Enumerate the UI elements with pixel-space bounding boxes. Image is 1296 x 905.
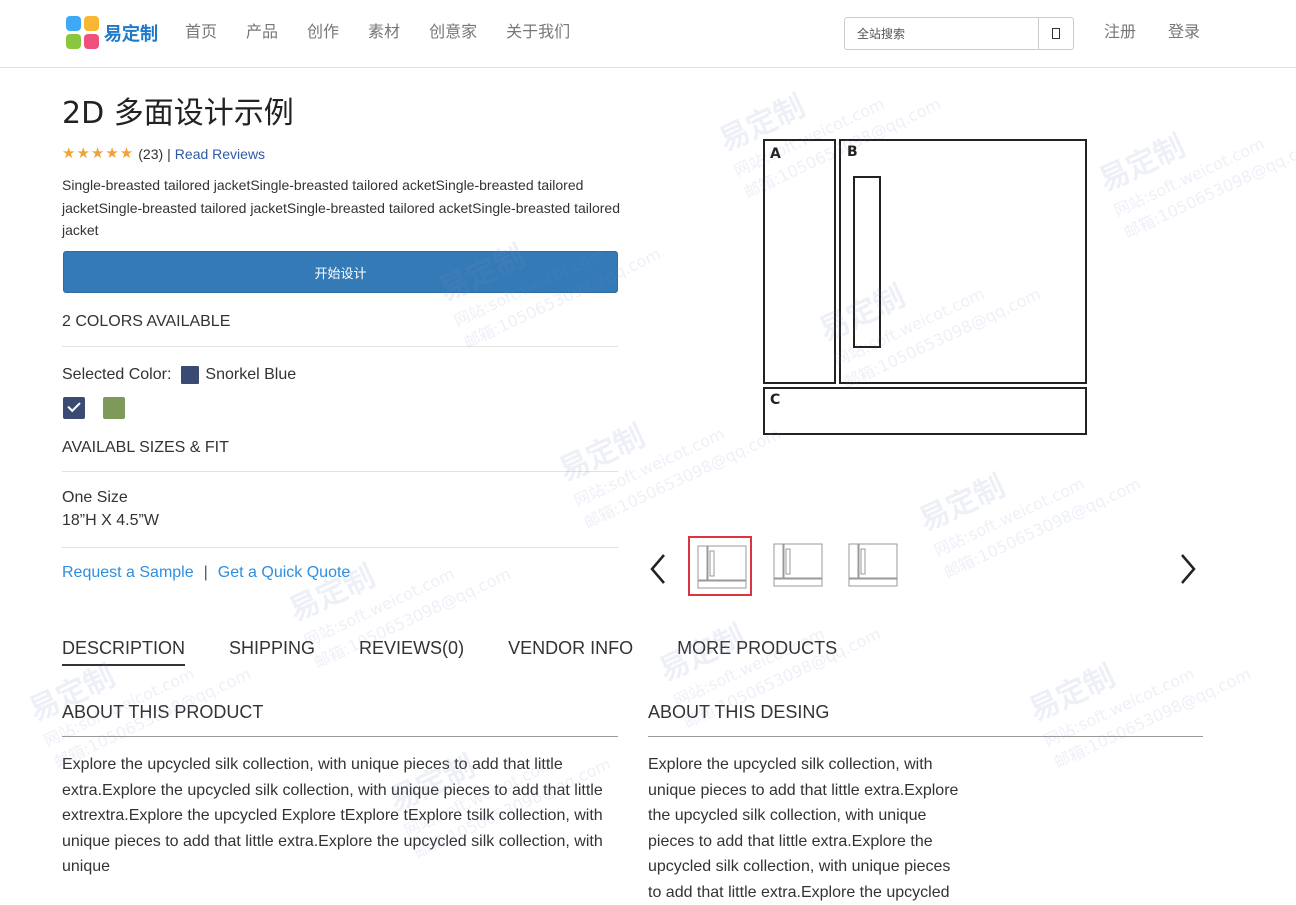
thumbnail-image	[848, 543, 898, 587]
watermark: 易定制网站:soft.weicot.com邮箱:1050653098@qq.co…	[554, 418, 784, 533]
nav-item-materials[interactable]: 素材	[368, 21, 400, 43]
search-button[interactable]	[1038, 18, 1073, 49]
start-design-button[interactable]: 开始设计	[63, 251, 618, 293]
product-rating: ★★★★★ (23) | Read Reviews	[62, 145, 265, 163]
divider	[648, 736, 1203, 737]
rating-separator: |	[167, 146, 171, 162]
panel-c-label: C	[770, 392, 780, 408]
logo[interactable]: 易定制	[66, 16, 158, 50]
panel-a-label: A	[770, 146, 781, 162]
divider	[62, 736, 618, 737]
color-swatch-green[interactable]	[103, 397, 125, 419]
thumbnail-3[interactable]	[845, 536, 909, 596]
thumbnail-image	[697, 545, 747, 589]
panel-b-slot	[853, 176, 881, 348]
about-product-text: Explore the upcycled silk collection, wi…	[62, 756, 603, 875]
nav-item-create[interactable]: 创作	[307, 21, 339, 43]
product-preview-image: A B C	[763, 139, 1087, 435]
nav-item-products[interactable]: 产品	[246, 21, 278, 43]
chevron-right-icon[interactable]	[1176, 553, 1198, 585]
nav-item-home[interactable]: 首页	[185, 21, 217, 43]
request-sample-link[interactable]: Request a Sample	[62, 563, 194, 583]
watermark: 易定制网站:soft.weicot.com邮箱:1050653098@qq.co…	[1094, 128, 1296, 243]
register-link[interactable]: 注册	[1104, 21, 1136, 43]
sizes-label: AVAILABL SIZES & FIT	[62, 439, 229, 456]
divider	[62, 471, 618, 472]
colors-available-label: 2 COLORS AVAILABLE	[62, 313, 231, 330]
thumbnail-2[interactable]	[770, 536, 834, 596]
panel-a	[763, 139, 836, 384]
product-description: Single-breasted tailored jacketSingle-br…	[62, 177, 620, 238]
tab-more-products[interactable]: MORE PRODUCTS	[677, 638, 837, 666]
thumbnail-1[interactable]	[688, 536, 752, 596]
product-tabs: DESCRIPTION SHIPPING REVIEWS(0) VENDOR I…	[62, 638, 881, 666]
tab-reviews[interactable]: REVIEWS(0)	[359, 638, 464, 666]
rating-stars-icon: ★★★★★	[62, 145, 135, 162]
login-link[interactable]: 登录	[1168, 21, 1200, 43]
site-search	[844, 17, 1074, 50]
product-title: 2D 多面设计示例	[62, 96, 294, 131]
tab-shipping[interactable]: SHIPPING	[229, 638, 315, 666]
about-design-text: Explore the upcycled silk collection, wi…	[648, 756, 959, 901]
nav-item-creators[interactable]: 创意家	[429, 21, 477, 43]
color-swatch-snorkel-blue[interactable]	[63, 397, 85, 419]
read-reviews-link[interactable]: Read Reviews	[175, 145, 265, 163]
rating-count: (23)	[138, 146, 164, 162]
about-design-title: ABOUT THIS DESING	[648, 702, 830, 722]
quick-quote-link[interactable]: Get a Quick Quote	[218, 563, 351, 583]
panel-c	[763, 387, 1087, 435]
watermark: 易定制网站:soft.weicot.com邮箱:1050653098@qq.co…	[24, 658, 254, 773]
main-nav: 首页 产品 创作 素材 创意家 关于我们	[185, 21, 599, 43]
panel-b-label: B	[847, 144, 858, 160]
tab-description[interactable]: DESCRIPTION	[62, 638, 186, 666]
size-name: One Size	[62, 489, 128, 506]
tab-vendor-info[interactable]: VENDOR INFO	[508, 638, 633, 666]
nav-item-about[interactable]: 关于我们	[506, 21, 570, 43]
about-product-title: ABOUT THIS PRODUCT	[62, 702, 264, 722]
watermark: 易定制网站:soft.weicot.com邮箱:1050653098@qq.co…	[1024, 658, 1254, 773]
logo-text: 易定制	[104, 24, 158, 45]
chevron-left-icon[interactable]	[648, 553, 670, 585]
check-icon	[67, 398, 81, 413]
selected-color-name: Snorkel Blue	[205, 366, 297, 383]
divider	[62, 346, 618, 347]
selected-color-label: Selected Color:	[62, 366, 172, 383]
search-icon	[1052, 28, 1060, 39]
selected-color: Selected Color: Snorkel Blue	[62, 365, 296, 385]
search-input[interactable]	[845, 18, 1038, 49]
thumbnail-image	[773, 543, 823, 587]
logo-icon	[66, 16, 100, 50]
size-dimensions: 18”H X 4.5”W	[62, 512, 159, 529]
link-separator: |	[203, 564, 208, 581]
divider	[62, 547, 618, 548]
top-header: 易定制 首页 产品 创作 素材 创意家 关于我们 注册 登录	[0, 0, 1296, 68]
selected-color-chip	[181, 366, 200, 384]
sample-quote-links: Request a Sample | Get a Quick Quote	[62, 563, 350, 583]
